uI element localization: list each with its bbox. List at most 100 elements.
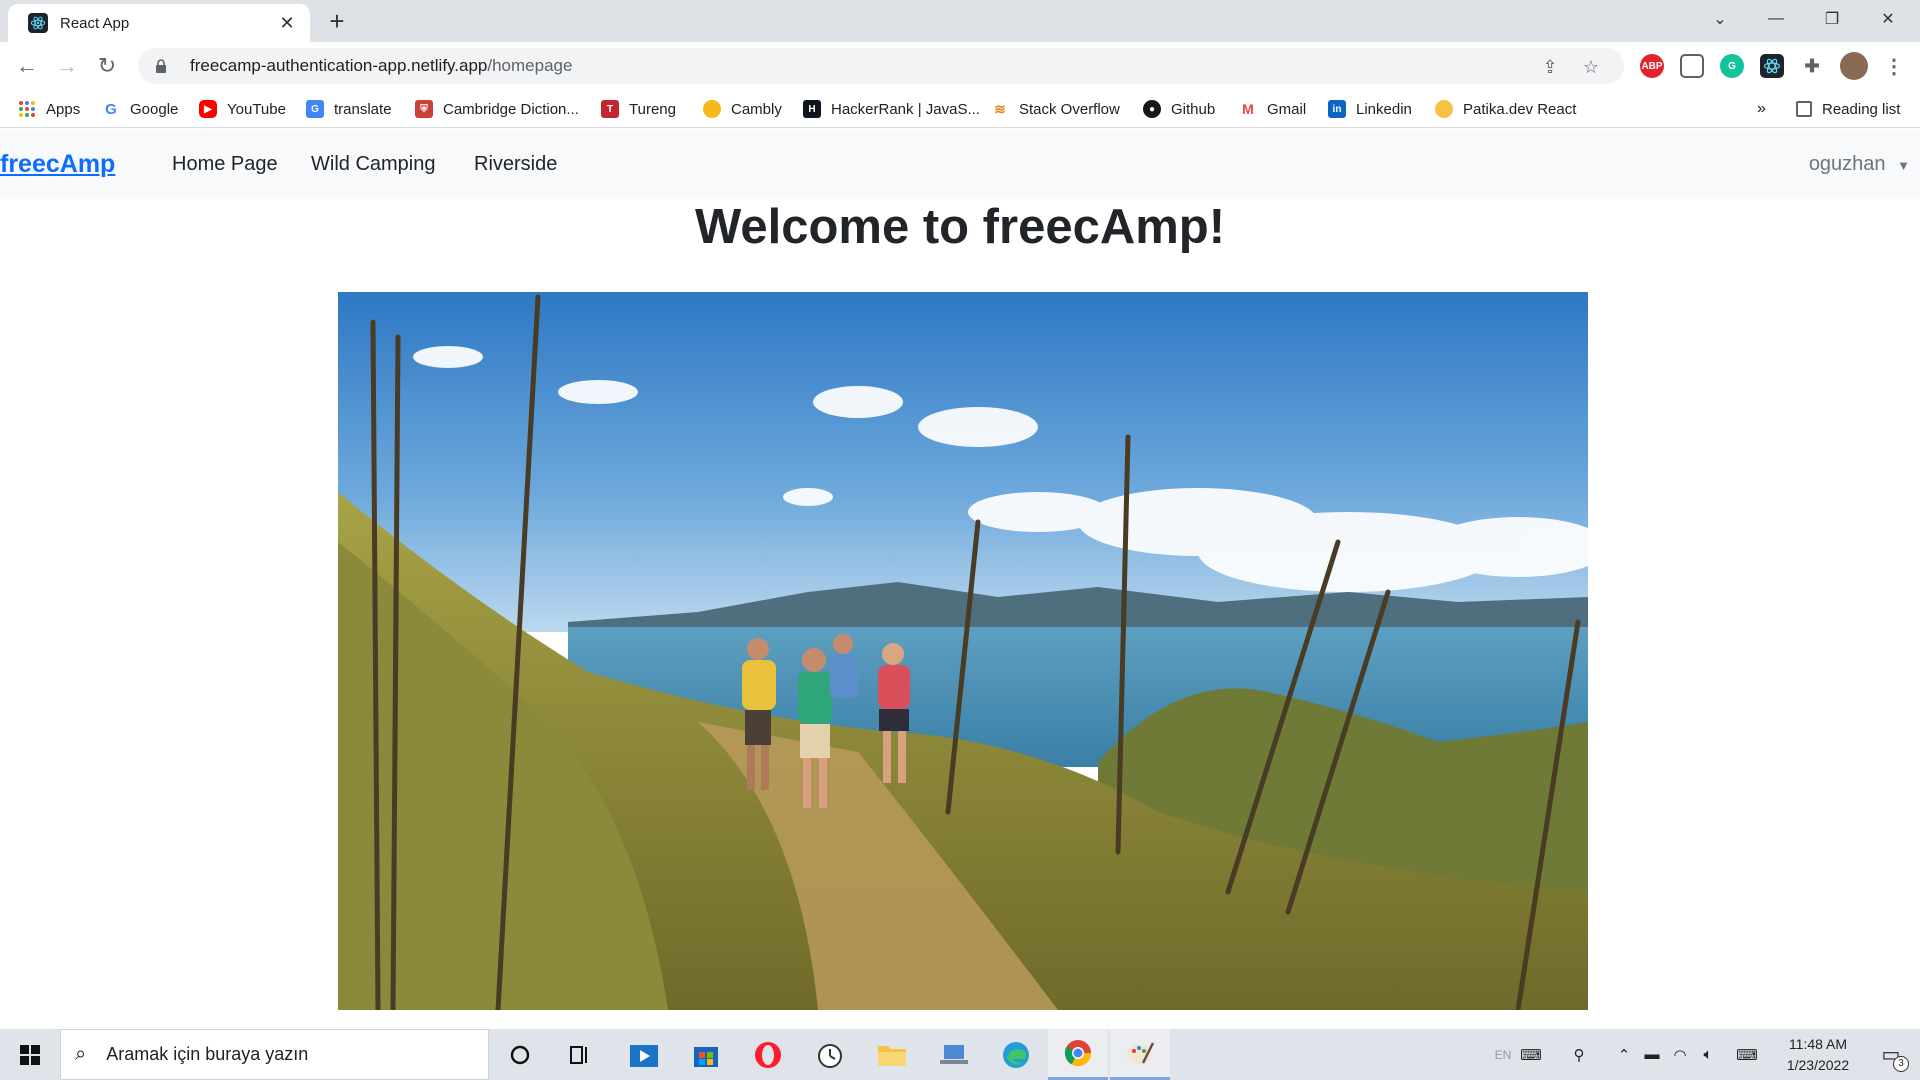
chrome-menu-icon[interactable]: ⋮ [1882,54,1906,78]
bookmark-label: translate [334,100,392,118]
bookmark-label: Linkedin [1356,100,1412,118]
opera-icon[interactable] [738,1029,798,1080]
share-icon[interactable]: ⇪ [1538,55,1562,79]
battery-icon[interactable]: ▬ [1638,1029,1666,1080]
extensions-puzzle-icon[interactable]: ✚ [1800,54,1824,78]
paint-app-icon[interactable] [1110,1029,1170,1080]
action-center-icon[interactable]: ▭ 3 [1868,1029,1914,1080]
bookmark-apps[interactable]: Apps [18,90,80,128]
tureng-icon: T [601,100,619,118]
people-icon[interactable]: ⚲ [1564,1029,1594,1080]
google-icon: G [105,100,117,118]
browser-toolbar: ← → ↻ freecamp-authentication-app.netlif… [0,42,1920,90]
bookmark-label: Stack Overflow [1019,100,1120,118]
bookmark-patika[interactable]: Patika.dev React [1435,90,1576,128]
keyboard-tray-icon[interactable]: ⌨ [1516,1029,1546,1080]
language-indicator[interactable]: EN [1490,1029,1516,1080]
alarm-clock-icon[interactable] [800,1029,860,1080]
apps-grid-icon [18,100,36,118]
url-host: freecamp-authentication-app.netlify.app [190,56,488,75]
notification-count-badge: 3 [1893,1056,1909,1072]
adblock-plus-icon[interactable]: ABP [1640,54,1664,78]
minimize-button[interactable]: — [1748,0,1804,38]
bookmark-gmail[interactable]: M Gmail [1239,90,1306,128]
cambly-icon [703,100,721,118]
bookmark-hackerrank[interactable]: H HackerRank | JavaS... [803,90,980,128]
user-dropdown[interactable]: oguzhan ▼ [1809,153,1910,176]
media-player-icon[interactable] [614,1029,674,1080]
search-icon: ⌕ [75,1043,87,1065]
github-icon: ● [1143,100,1161,118]
bookmark-label: Gmail [1267,100,1307,118]
browser-tab-active[interactable]: React App ✕ [8,4,310,42]
taskbar-search-box[interactable]: ⌕ Aramak için buraya yazın [60,1029,489,1080]
cambridge-shield-icon: ⛨ [415,100,433,118]
laptop-app-icon[interactable] [924,1029,984,1080]
tab-title: React App [60,14,130,32]
windows-taskbar: ⌕ Aramak için buraya yazın EN ⌨ ⚲ ⌃ ▬ ◠ … [0,1029,1920,1080]
volume-icon[interactable]: 🔈︎ [1694,1029,1722,1080]
page-title: Welcome to freecAmp! [694,200,1226,254]
back-button[interactable]: ← [11,50,43,82]
bookmark-github[interactable]: ● Github [1143,90,1215,128]
patika-icon [1435,100,1453,118]
linkedin-icon: in [1328,100,1346,118]
browser-tab-strip: React App ✕ + ⌄ — ❐ ✕ [0,0,1920,42]
bookmark-youtube[interactable]: ▶ YouTube [199,90,286,128]
wifi-icon[interactable]: ◠ [1666,1029,1694,1080]
nav-home-page[interactable]: Home Page [172,153,278,176]
new-tab-button[interactable]: + [322,7,352,37]
more-bookmarks-button[interactable]: » [1757,90,1766,128]
touch-keyboard-icon[interactable]: ⌨ [1730,1029,1764,1080]
bookmark-label: Patika.dev React [1463,100,1577,118]
bookmark-cambridge[interactable]: ⛨ Cambridge Diction... [415,90,579,128]
cortana-icon[interactable] [490,1029,550,1080]
bookmark-linkedin[interactable]: in Linkedin [1328,90,1412,128]
reading-list-label: Reading list [1822,100,1901,118]
nav-wild-camping[interactable]: Wild Camping [311,153,435,176]
bookmark-stackoverflow[interactable]: ≋ Stack Overflow [991,90,1120,128]
bookmark-label: HackerRank | JavaS... [831,100,980,118]
taskbar-clock[interactable]: 11:48 AM 1/23/2022 [1768,1034,1868,1076]
chrome-taskbar-icon[interactable] [1048,1029,1108,1080]
bookmark-label: Google [130,100,179,118]
hero-image [338,292,1588,1010]
grammarly-icon[interactable]: G [1720,54,1744,78]
lock-icon[interactable] [152,59,170,73]
reading-list-button[interactable]: Reading list [1796,90,1900,128]
address-bar[interactable]: freecamp-authentication-app.netlify.app/… [138,48,1624,84]
show-hidden-icons-chevron-icon[interactable]: ⌃ [1610,1029,1638,1080]
bookmark-translate[interactable]: G translate [306,90,392,128]
brand-link[interactable]: freecAmp [0,150,115,179]
user-name: oguzhan [1808,153,1886,175]
tab-search-chevron-icon[interactable]: ⌄ [1692,0,1748,38]
reading-list-icon [1796,101,1812,117]
hackerrank-icon: H [803,100,821,118]
profile-avatar[interactable] [1840,52,1868,80]
bookmark-cambly[interactable]: Cambly [703,90,782,128]
bookmark-label: Cambridge Diction... [443,100,579,118]
react-devtools-icon[interactable] [1760,54,1784,78]
reload-button[interactable]: ↻ [91,50,123,82]
tab-close-icon[interactable]: ✕ [276,13,298,34]
bookmark-label: Tureng [629,100,676,118]
task-view-icon[interactable] [550,1029,610,1080]
file-explorer-icon[interactable] [862,1029,922,1080]
page-viewport: freecAmp Home Page Wild Camping Riversid… [0,129,1920,1029]
microsoft-store-icon[interactable] [676,1029,736,1080]
clock-date: 1/23/2022 [1786,1057,1850,1073]
react-favicon-icon [28,13,48,33]
edge-icon[interactable] [986,1029,1046,1080]
sidebar-panel-icon[interactable] [1680,54,1704,78]
address-url[interactable]: freecamp-authentication-app.netlify.app/… [190,56,572,76]
forward-button[interactable]: → [51,50,83,82]
bookmark-google[interactable]: G Google [102,90,178,128]
nav-riverside[interactable]: Riverside [474,153,557,176]
bookmark-star-icon[interactable]: ☆ [1579,55,1603,79]
youtube-icon: ▶ [199,100,217,118]
close-window-button[interactable]: ✕ [1860,0,1916,38]
bookmark-tureng[interactable]: T Tureng [601,90,676,128]
bookmark-label: Cambly [731,100,782,118]
restore-button[interactable]: ❐ [1804,0,1860,38]
windows-start-icon[interactable] [0,1029,60,1080]
